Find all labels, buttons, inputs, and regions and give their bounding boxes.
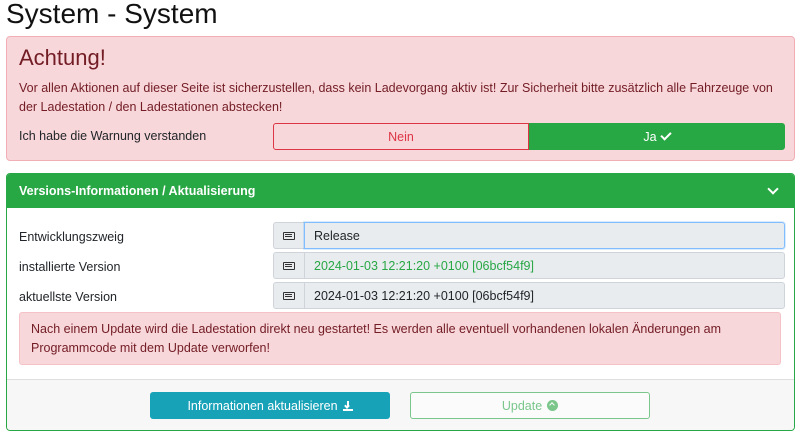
keyboard-icon [283, 291, 295, 300]
chevron-down-icon [767, 183, 779, 195]
installed-version-field: 2024-01-03 12:21:20 +0100 [06bcf54f9] [304, 252, 785, 279]
keyboard-icon [283, 231, 295, 240]
warning-ack-toggle: Nein Ja [273, 123, 785, 150]
latest-version-label: aktuellste Version [19, 290, 117, 304]
versions-card-footer: Informationen aktualisieren Update [7, 379, 794, 430]
download-icon [342, 400, 353, 411]
keyboard-addon [273, 282, 304, 309]
update-button[interactable]: Update [410, 392, 650, 419]
branch-label: Entwicklungszweig [19, 230, 124, 244]
check-icon [659, 129, 672, 141]
branch-select-group: Release [273, 222, 785, 249]
warning-alert: Achtung! Vor allen Aktionen auf dieser S… [6, 36, 795, 161]
update-label: Update [501, 398, 543, 413]
latest-version-group: 2024-01-03 12:21:20 +0100 [06bcf54f9] [273, 282, 785, 309]
page-title: System - System [6, 0, 218, 29]
keyboard-addon [273, 252, 304, 279]
keyboard-icon [283, 261, 295, 270]
refresh-info-label: Informationen aktualisieren [187, 398, 338, 413]
ack-no-button[interactable]: Nein [273, 123, 529, 150]
ack-yes-button[interactable]: Ja [529, 123, 785, 150]
refresh-info-button[interactable]: Informationen aktualisieren [150, 392, 390, 419]
versions-card: Versions-Informationen / Aktualisierung … [6, 173, 795, 431]
warning-text: Vor allen Aktionen auf dieser Seite ist … [19, 81, 773, 114]
installed-version-group: 2024-01-03 12:21:20 +0100 [06bcf54f9] [273, 252, 785, 279]
keyboard-addon [273, 222, 304, 249]
ack-no-label: Nein [388, 129, 414, 144]
versions-card-title: Versions-Informationen / Aktualisierung [19, 184, 256, 198]
branch-select[interactable]: Release [304, 222, 785, 249]
installed-version-label: installierte Version [19, 260, 121, 274]
warning-ack-label: Ich habe die Warnung verstanden [19, 129, 207, 143]
latest-version-field: 2024-01-03 12:21:20 +0100 [06bcf54f9] [304, 282, 785, 309]
warning-heading: Achtung! [19, 45, 106, 70]
ack-yes-label: Ja [643, 129, 657, 144]
versions-card-header[interactable]: Versions-Informationen / Aktualisierung [7, 174, 794, 208]
update-notice: Nach einem Update wird die Ladestation d… [19, 312, 781, 365]
arrow-up-circle-icon [547, 400, 559, 411]
